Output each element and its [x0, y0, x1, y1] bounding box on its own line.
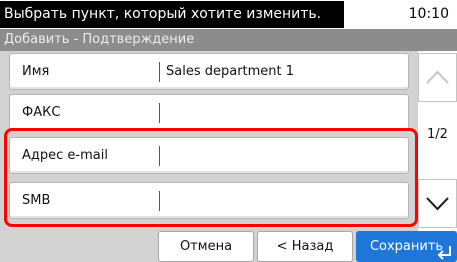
chevron-up-icon — [426, 70, 449, 84]
save-button-label: Сохранить — [369, 239, 444, 254]
field-row-fax[interactable]: ФАКС — [9, 94, 409, 131]
scroll-down-button[interactable] — [418, 179, 457, 228]
back-button[interactable]: < Назад — [257, 231, 353, 262]
page-indicator: 1/2 — [427, 127, 448, 142]
field-value — [166, 95, 402, 130]
status-message: Выбрать пункт, который хотите изменить. — [0, 1, 344, 28]
field-separator — [159, 103, 160, 123]
enter-icon — [437, 246, 451, 260]
field-label: Имя — [22, 64, 50, 79]
field-row-name[interactable]: Имя Sales department 1 — [9, 53, 409, 90]
selection-highlight — [4, 128, 418, 227]
screen-title: Добавить - Подтверждение — [0, 29, 457, 51]
chevron-down-icon — [426, 197, 449, 211]
clock: 10:10 — [408, 6, 449, 22]
scroll-up-button[interactable] — [418, 53, 457, 102]
field-separator — [159, 62, 160, 82]
field-value: Sales department 1 — [166, 64, 295, 79]
cancel-button[interactable]: Отмена — [158, 231, 254, 262]
field-label: ФАКС — [22, 105, 61, 120]
